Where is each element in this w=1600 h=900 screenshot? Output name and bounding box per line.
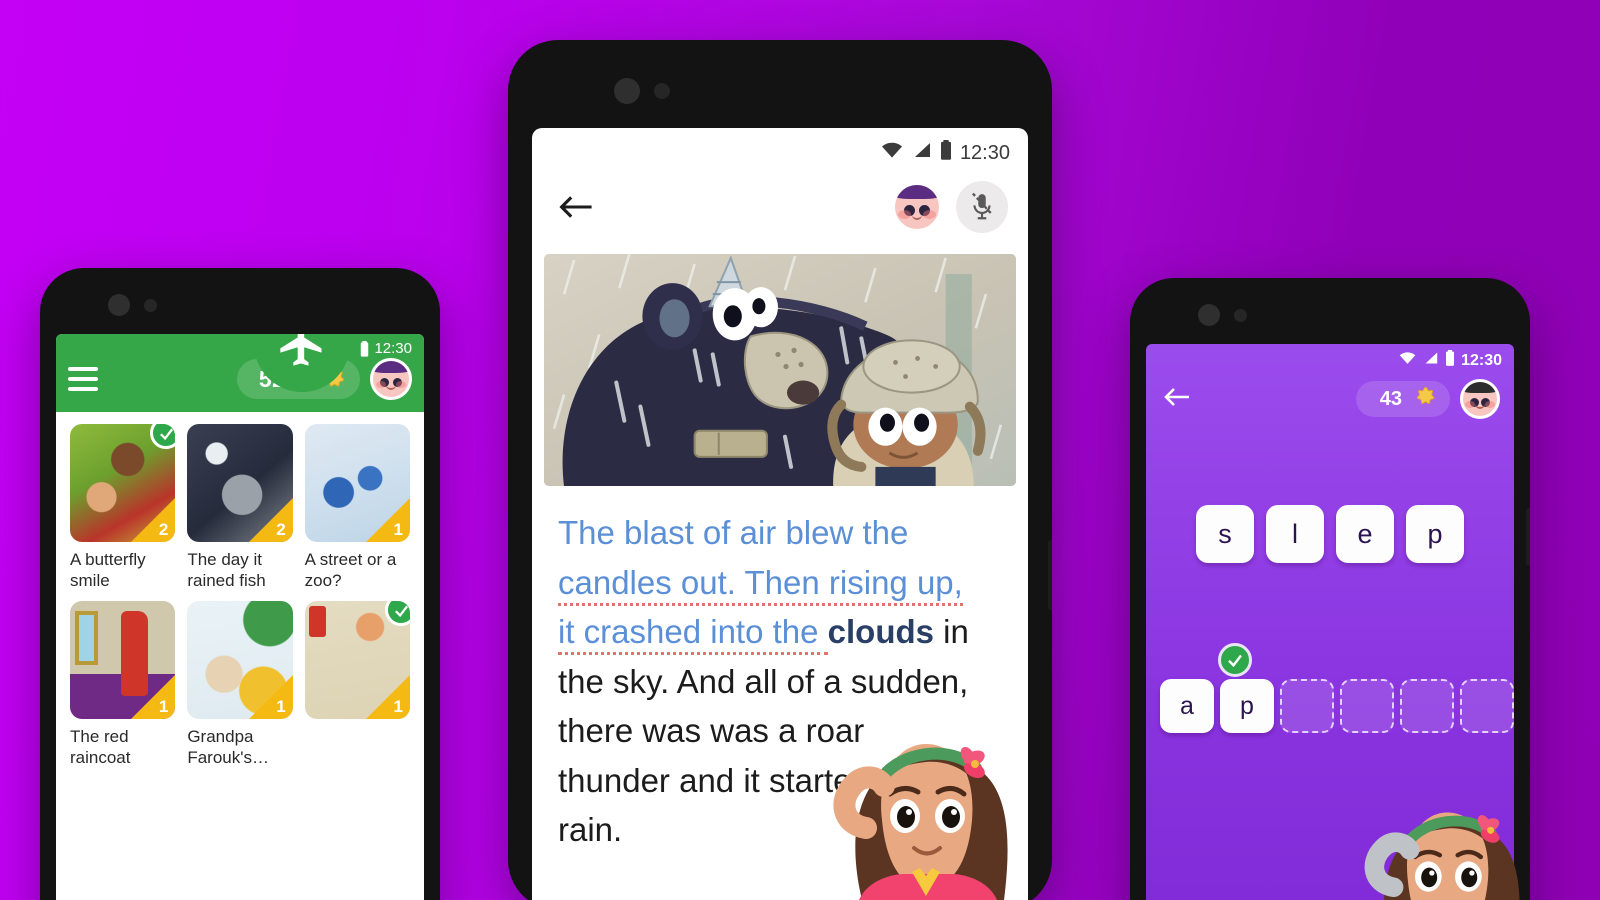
book-card[interactable]: 1 The red raincoat [70,601,176,768]
book-thumbnail: 2 [70,424,176,542]
book-thumbnail: 1 [304,424,410,542]
story-illustration [544,254,1016,486]
menu-button[interactable] [68,367,98,391]
book-level: 2 [276,520,286,539]
letter-tile[interactable]: e [1336,505,1394,563]
power-button[interactable] [1526,508,1530,566]
book-card[interactable]: 1 A street or a zoo? [304,424,410,591]
coin-count: 43 [1379,387,1402,410]
mascot-girl [826,700,1026,900]
user-avatar-icon[interactable] [892,182,942,232]
back-button[interactable] [1162,385,1192,414]
answer-slot[interactable]: a [1160,679,1214,733]
answer-slot-row: a p [1154,679,1514,733]
reader-appbar [532,168,1028,246]
sensor-icon [144,298,157,312]
sensor-icon [654,83,670,99]
bear-and-explorer-illustration [544,254,1016,486]
story-line: The blast of air blew the [558,514,909,551]
correct-check-badge [1218,643,1252,677]
phone-center: 12:30 The blast of air blew the candles … [508,40,1052,900]
book-level: 1 [393,520,403,539]
book-card[interactable]: 1 [304,601,410,768]
user-avatar-icon[interactable] [370,358,412,400]
hamburger-icon [68,367,98,371]
coin-balance-pill[interactable]: 43 [1355,381,1450,417]
book-grid: 2 A butterfly smile 2 The day it rained … [70,424,410,768]
letter-tile[interactable]: l [1266,505,1324,563]
story-line: the sky. And all of a sudden, [558,662,969,700]
book-level: 2 [158,520,169,539]
airplane-icon [280,334,322,366]
answer-slot[interactable] [1280,679,1334,733]
battery-icon [1445,350,1455,371]
left-screen: 12:30 5212 [56,334,424,900]
game-appbar: 43 [1146,371,1514,427]
wifi-icon [1398,351,1417,370]
book-thumbnail: 1 [304,601,410,720]
answer-slot[interactable] [1340,679,1394,733]
story-line: it crashed into the clouds in [558,607,1006,657]
phone-right: 12:30 43 s l e p a p [1130,278,1530,900]
completed-check-badge [385,601,410,627]
status-bar-right: 12:30 [1146,344,1514,371]
clock-center: 12:30 [959,141,1010,164]
book-card[interactable]: 2 A butterfly smile [70,424,176,591]
letter-tile-tray: s l e p [1146,505,1514,563]
book-title: The day it rained fish [187,550,266,591]
signal-icon [912,141,932,165]
book-level: 1 [276,697,286,717]
phone-left: 12:30 5212 [40,268,440,900]
star-coin-icon [1414,385,1438,414]
completed-check-badge [150,424,176,449]
book-thumbnail: 1 [70,601,176,720]
power-button[interactable] [1048,540,1052,610]
back-button[interactable] [558,192,594,222]
front-camera-group [614,78,670,104]
letter-tile[interactable]: p [1406,505,1464,563]
mic-muted-icon [972,192,992,220]
sensor-icon [1234,308,1247,322]
camera-lens-icon [108,294,130,316]
book-grid-container: 2 A butterfly smile 2 The day it rained … [56,412,424,900]
book-thumbnail: 2 [187,424,293,542]
wifi-icon [880,141,904,165]
story-line: candles out. Then rising up, [558,558,1006,608]
mic-button[interactable] [956,181,1008,233]
camera-lens-icon [614,78,640,104]
clock-right: 12:30 [1461,351,1502,369]
book-card[interactable]: 1 Grandpa Farouk's… [187,601,293,768]
book-title: Grandpa Farouk's… [187,727,269,768]
back-arrow-icon [559,196,592,218]
book-level: 1 [393,697,403,717]
answer-slot[interactable] [1460,679,1514,733]
answer-area: a p [1146,643,1514,733]
answer-slot[interactable]: p [1220,679,1274,733]
status-bar-center: 12:30 [532,128,1028,168]
book-title: A butterfly smile [70,550,146,591]
library-appbar-row: 5212 [56,354,424,404]
battery-icon [940,140,952,166]
book-title: The red raincoat [70,727,131,768]
front-camera-group [108,294,157,316]
signal-icon [1423,351,1439,370]
library-appbar: 12:30 5212 [56,334,424,412]
camera-lens-icon [1198,304,1220,326]
book-level: 1 [158,697,169,717]
book-thumbnail: 1 [187,601,293,720]
user-avatar-icon[interactable] [1460,379,1500,419]
letter-tile[interactable]: s [1196,505,1254,563]
book-card[interactable]: 2 The day it rained fish [187,424,293,591]
answer-slot[interactable] [1400,679,1454,733]
front-camera-group [1198,304,1247,326]
reader-actions [882,181,1008,233]
book-title: A street or a zoo? [304,550,397,591]
mascot-girl [1358,760,1530,900]
back-arrow-icon [1164,387,1189,406]
